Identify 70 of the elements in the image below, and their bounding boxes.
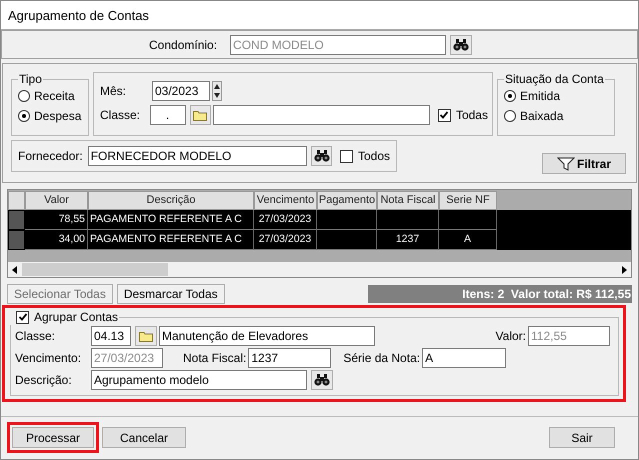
table-cell: PAGAMENTO REFERENTE A C	[90, 233, 242, 245]
condominio-label: Condomínio:	[149, 38, 218, 52]
horizontal-scrollbar[interactable]	[8, 262, 631, 277]
nota-fiscal-field[interactable]: 1237	[248, 348, 332, 368]
scroll-thumb[interactable]	[22, 263, 168, 276]
serie-label: Série da Nota:	[343, 351, 420, 365]
folder-icon	[139, 330, 153, 342]
table-cell: 27/03/2023	[258, 213, 312, 225]
folder-button[interactable]	[190, 105, 211, 125]
table-cell: 34,00	[58, 233, 85, 245]
header-cell	[8, 191, 25, 210]
column-header[interactable]: Vencimento	[254, 191, 317, 210]
window-title: Agrupamento de Contas	[1, 1, 638, 30]
classe-code-field[interactable]: 04.13	[91, 326, 131, 346]
checkmark-icon	[439, 110, 450, 120]
footer-button[interactable]: Cancelar	[102, 427, 186, 448]
search-button[interactable]	[311, 370, 333, 390]
table-row[interactable]: 34,00 PAGAMENTO REFERENTE A C 27/03/2023 1237 A	[8, 230, 631, 250]
search-button[interactable]	[450, 34, 472, 54]
todas-checkbox[interactable]: Todas	[438, 108, 488, 122]
todos-checkbox[interactable]: Todos	[340, 149, 390, 163]
classe-label: Classe:	[100, 108, 142, 122]
descricao-label: Descrição:	[15, 373, 73, 387]
column-header[interactable]: Serie NF	[439, 191, 497, 210]
fornecedor-label: Fornecedor:	[18, 149, 83, 163]
valor-label: Valor:	[496, 329, 526, 343]
descricao-field[interactable]: Agrupamento modelo	[91, 370, 307, 390]
folder-icon	[193, 110, 208, 120]
classe-name-field[interactable]	[212, 105, 430, 125]
column-header[interactable]: Descrição	[88, 191, 254, 210]
search-button[interactable]	[311, 146, 332, 166]
row-indicator	[8, 210, 25, 230]
table-cell: 1237	[396, 233, 420, 245]
select-button[interactable]: Desmarcar Todas	[116, 284, 225, 304]
tipo-legend: Tipo	[18, 72, 43, 86]
binoculars-icon	[314, 374, 330, 386]
column-header[interactable]: Pagamento	[317, 191, 377, 210]
folder-button[interactable]	[135, 326, 157, 346]
column-header[interactable]: Nota Fiscal	[377, 191, 439, 210]
radio-option[interactable]: Baixada	[504, 106, 610, 126]
binoculars-icon	[314, 150, 330, 162]
classe-label: Classe:	[15, 329, 56, 343]
table-cell: 27/03/2023	[258, 233, 312, 245]
nota-fiscal-label: Nota Fiscal:	[183, 351, 246, 365]
table-row[interactable]: 78,55 PAGAMENTO REFERENTE A C 27/03/2023	[8, 210, 631, 230]
funnel-icon	[556, 156, 575, 170]
row-indicator	[8, 230, 25, 250]
footer-button[interactable]: Processar	[7, 422, 99, 453]
summary-bar: Itens: 2 Valor total: R$ 112,55	[368, 285, 632, 303]
filter-button[interactable]: Filtrar	[542, 153, 626, 174]
table-cell: 78,55	[58, 213, 85, 225]
table-cell: A	[464, 233, 471, 245]
radio-option[interactable]: Emitida	[504, 86, 610, 106]
radio-option[interactable]: Receita	[18, 86, 84, 106]
column-header[interactable]: Valor	[25, 191, 88, 210]
agrupar-checkbox[interactable]: Agrupar Contas	[16, 310, 118, 324]
footer-button[interactable]: Sair	[549, 427, 615, 448]
mes-field[interactable]: 03/2023	[152, 81, 210, 101]
mes-label: Mês:	[100, 84, 128, 98]
vencimento-label: Vencimento:	[15, 351, 82, 365]
checkmark-icon	[18, 312, 28, 322]
binoculars-icon	[453, 38, 470, 50]
table-cell: PAGAMENTO REFERENTE A C	[90, 213, 242, 225]
fornecedor-field[interactable]: FORNECEDOR MODELO	[88, 146, 308, 166]
spin-control[interactable]	[212, 81, 222, 101]
radio-option[interactable]: Despesa	[18, 106, 84, 126]
classe-name-field[interactable]: Manutenção de Elevadores	[159, 326, 375, 346]
situacao-legend: Situação da Conta	[504, 72, 605, 86]
serie-field[interactable]: A	[422, 348, 506, 368]
classe-code-field[interactable]: .	[150, 105, 186, 125]
